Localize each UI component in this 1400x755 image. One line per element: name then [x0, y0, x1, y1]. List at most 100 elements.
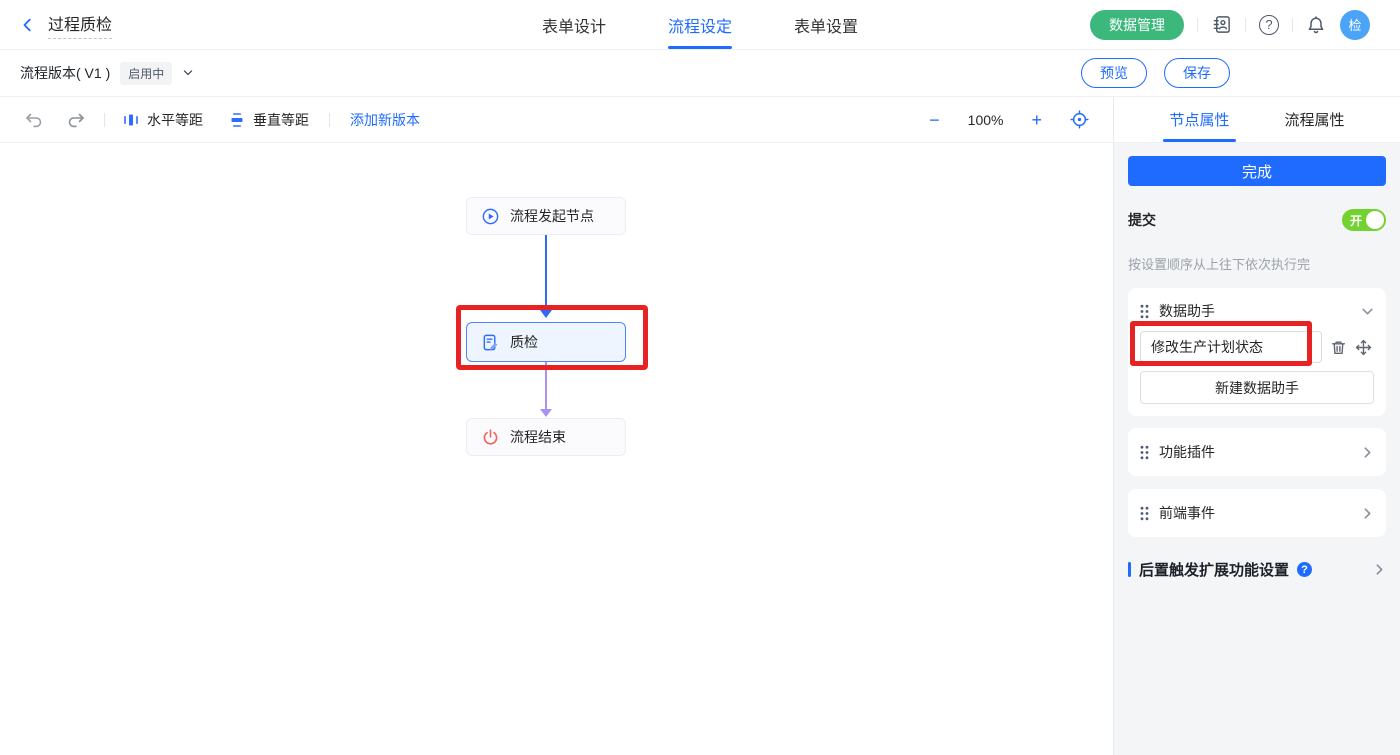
chevron-right-icon — [1361, 507, 1374, 520]
arrowhead-blue — [540, 310, 552, 318]
toggle-on-label: 开 — [1350, 212, 1362, 229]
drag-handle-icon[interactable] — [1140, 445, 1149, 460]
redo-button[interactable] — [66, 110, 86, 130]
vertical-distribute-button[interactable]: 垂直等距 — [229, 110, 309, 130]
add-version-link[interactable]: 添加新版本 — [350, 110, 420, 130]
power-icon — [481, 428, 500, 447]
back-chevron-icon — [20, 17, 36, 33]
node-label: 流程发起节点 — [510, 206, 594, 226]
tab-flow-setting[interactable]: 流程设定 — [668, 0, 732, 49]
fit-view-button[interactable] — [1070, 110, 1089, 129]
bell-icon — [1306, 15, 1326, 35]
notification-button[interactable] — [1306, 15, 1326, 35]
tab-flow-properties[interactable]: 流程属性 — [1285, 97, 1345, 142]
plugin-title: 功能插件 — [1159, 442, 1215, 462]
arrowhead-purple — [540, 409, 552, 417]
frontend-event-card[interactable]: 前端事件 — [1128, 489, 1386, 537]
status-badge: 启用中 — [120, 62, 172, 85]
assistant-item[interactable]: 修改生产计划状态 — [1140, 331, 1322, 363]
vertical-distribute-label: 垂直等距 — [253, 110, 309, 130]
topbar-right: 数据管理 ? — [1090, 10, 1370, 40]
history-group — [24, 110, 86, 130]
version-dropdown[interactable] — [182, 67, 194, 79]
chevron-down-icon — [1361, 305, 1374, 318]
page-title: 过程质检 — [48, 11, 112, 39]
collapse-button[interactable] — [1361, 305, 1374, 318]
crosshair-target-icon — [1070, 110, 1089, 129]
done-button[interactable]: 完成 — [1128, 156, 1386, 186]
connector-purple — [545, 362, 547, 409]
data-assistant-title: 数据助手 — [1159, 301, 1215, 321]
horizontal-distribute-label: 水平等距 — [147, 110, 203, 130]
divider — [1197, 18, 1198, 32]
divider — [104, 113, 105, 127]
new-data-assistant-button[interactable]: 新建数据助手 — [1140, 371, 1374, 404]
vertical-distribute-icon — [229, 112, 245, 128]
chevron-right-icon — [1373, 563, 1386, 576]
horizontal-distribute-icon — [123, 112, 139, 128]
data-assistant-card: 数据助手 修改生产计划状态 — [1128, 288, 1386, 416]
zoom-level: 100% — [968, 112, 1004, 128]
move-icon — [1355, 339, 1372, 356]
node-label: 流程结束 — [510, 427, 566, 447]
submit-row: 提交 开 — [1128, 209, 1386, 231]
horizontal-distribute-button[interactable]: 水平等距 — [123, 110, 203, 130]
form-edit-icon — [481, 333, 500, 352]
zoom-controls: − 100% + — [929, 110, 1089, 129]
tab-form-config[interactable]: 表单设置 — [794, 0, 858, 49]
trash-icon — [1330, 339, 1347, 356]
back-button[interactable] — [20, 17, 36, 33]
top-bar: 过程质检 表单设计 流程设定 表单设置 数据管理 — [0, 0, 1400, 50]
divider — [1245, 18, 1246, 32]
execution-hint: 按设置顺序从上往下依次执行完 — [1128, 254, 1386, 273]
post-trigger-settings-row[interactable]: 后置触发扩展功能设置 ? — [1128, 559, 1386, 580]
toggle-knob — [1366, 211, 1384, 229]
main-tabs: 表单设计 流程设定 表单设置 — [542, 0, 858, 49]
flow-node-end[interactable]: 流程结束 — [466, 418, 626, 456]
node-label: 质检 — [510, 332, 538, 352]
app-window: 过程质检 表单设计 流程设定 表单设置 数据管理 — [0, 0, 1400, 755]
tab-form-design[interactable]: 表单设计 — [542, 0, 606, 49]
preview-button[interactable]: 预览 — [1081, 58, 1147, 88]
redo-icon — [66, 110, 86, 130]
drag-handle-icon[interactable] — [1140, 304, 1149, 319]
canvas-toolbar: 水平等距 垂直等距 添加新版本 − 100 — [0, 97, 1113, 143]
flow-node-quality-check[interactable]: 质检 — [466, 322, 626, 362]
connector-blue — [545, 235, 547, 310]
flow-node-start[interactable]: 流程发起节点 — [466, 197, 626, 235]
divider — [1292, 18, 1293, 32]
data-manage-button[interactable]: 数据管理 — [1090, 10, 1184, 40]
version-bar: 流程版本( V1 ) 启用中 预览 保存 — [0, 50, 1400, 97]
panel-body: 完成 提交 开 按设置顺序从上往下依次执行完 — [1114, 143, 1400, 755]
frontend-event-title: 前端事件 — [1159, 503, 1215, 523]
avatar[interactable]: 检 — [1340, 10, 1370, 40]
properties-panel: 节点属性 流程属性 完成 提交 开 按设置顺序从上往下依次执行完 — [1113, 97, 1400, 755]
tab-node-properties[interactable]: 节点属性 — [1169, 97, 1229, 142]
save-button[interactable]: 保存 — [1164, 58, 1230, 88]
chevron-down-icon — [182, 67, 194, 79]
divider — [329, 113, 330, 127]
help-icon: ? — [1259, 15, 1279, 35]
flow-canvas[interactable]: 流程发起节点 质检 — [0, 143, 1113, 755]
contact-book-button[interactable] — [1211, 14, 1232, 35]
body: 水平等距 垂直等距 添加新版本 − 100 — [0, 97, 1400, 755]
submit-label: 提交 — [1128, 210, 1156, 230]
undo-icon — [24, 110, 44, 130]
post-trigger-settings-label: 后置触发扩展功能设置 — [1139, 559, 1289, 580]
versionbar-actions: 预览 保存 — [1081, 58, 1230, 88]
zoom-in-button[interactable]: + — [1031, 111, 1042, 129]
version-label: 流程版本( V1 ) — [20, 63, 110, 83]
assistant-item-row: 修改生产计划状态 — [1140, 331, 1374, 363]
undo-button[interactable] — [24, 110, 44, 130]
plugin-card[interactable]: 功能插件 — [1128, 428, 1386, 476]
drag-handle-icon[interactable] — [1140, 506, 1149, 521]
question-circle-icon[interactable]: ? — [1297, 562, 1312, 577]
delete-item-button[interactable] — [1330, 339, 1347, 356]
move-item-button[interactable] — [1355, 339, 1372, 356]
accent-bar — [1128, 562, 1131, 577]
submit-toggle[interactable]: 开 — [1342, 209, 1386, 231]
chevron-right-icon — [1361, 446, 1374, 459]
help-button[interactable]: ? — [1259, 15, 1279, 35]
panel-tabs: 节点属性 流程属性 — [1114, 97, 1400, 143]
zoom-out-button[interactable]: − — [929, 111, 940, 129]
